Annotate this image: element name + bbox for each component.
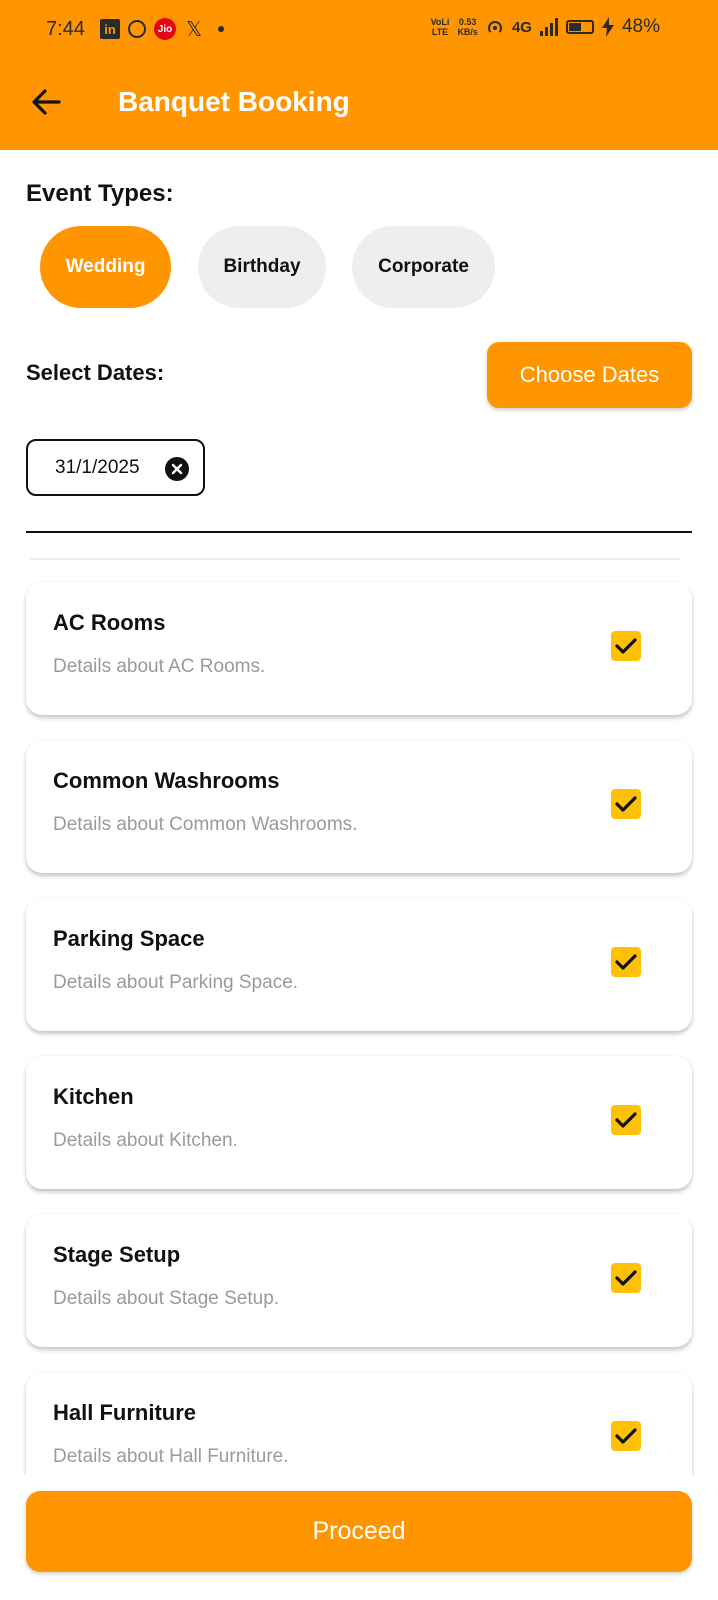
amenity-checkbox[interactable] <box>611 789 641 819</box>
amenity-title: Parking Space <box>53 926 205 951</box>
amenity-title: AC Rooms <box>53 610 166 635</box>
app-notification-icon <box>128 20 146 38</box>
amenity-checkbox[interactable] <box>611 947 641 977</box>
amenity-card-parking-space[interactable]: Parking Space Details about Parking Spac… <box>26 898 692 1031</box>
amenity-title: Hall Furniture <box>53 1400 197 1425</box>
back-button[interactable] <box>28 84 64 120</box>
charging-icon <box>601 17 614 37</box>
amenity-card-common-washrooms[interactable]: Common Washrooms Details about Common Wa… <box>26 740 692 873</box>
x-icon: 𝕏 <box>185 18 203 41</box>
battery-icon <box>565 20 594 34</box>
amenity-title: Common Washrooms <box>53 768 280 793</box>
volte-icon: VoLi LTE <box>430 17 450 37</box>
amenity-details: Details about AC Rooms. <box>53 656 266 677</box>
amenity-details: Details about Stage Setup. <box>53 1288 280 1309</box>
list-scroll-edge <box>30 558 680 560</box>
checkmark-icon <box>615 954 637 970</box>
event-type-chip-wedding[interactable]: Wedding <box>40 226 171 308</box>
event-types-label: Event Types: <box>26 180 174 207</box>
more-notifications-dot-icon <box>218 26 224 32</box>
amenity-card-ac-rooms[interactable]: AC Rooms Details about AC Rooms. <box>26 582 692 715</box>
app-bar: 7:44 in Jio 𝕏 VoLi LTE 0.53 KB/s 4G 48% … <box>0 0 718 150</box>
jio-icon: Jio <box>154 18 176 40</box>
proceed-button[interactable]: Proceed <box>26 1491 692 1572</box>
checkmark-icon <box>615 1270 637 1286</box>
amenity-checkbox[interactable] <box>611 1263 641 1293</box>
checkmark-icon <box>615 796 637 812</box>
system-icons: VoLi LTE 0.53 KB/s 4G 48% <box>431 16 660 38</box>
divider <box>26 531 692 533</box>
amenity-details: Details about Parking Space. <box>53 972 299 993</box>
arrow-left-icon <box>32 89 61 115</box>
amenity-card-stage-setup[interactable]: Stage Setup Details about Stage Setup. <box>26 1214 692 1347</box>
network-speed: 0.53 KB/s <box>457 17 478 37</box>
amenity-details: Details about Common Washrooms. <box>53 814 358 835</box>
amenity-card-hall-furniture[interactable]: Hall Furniture Details about Hall Furnit… <box>26 1372 692 1475</box>
status-time: 7:44 <box>46 18 85 40</box>
battery-percent: 48% <box>621 16 660 37</box>
linkedin-icon: in <box>100 19 120 39</box>
choose-dates-button[interactable]: Choose Dates <box>487 342 692 408</box>
network-type: 4G <box>511 18 532 36</box>
checkmark-icon <box>615 638 637 654</box>
checkmark-icon <box>615 1428 637 1444</box>
remove-date-button[interactable] <box>165 457 189 481</box>
close-icon <box>171 463 183 475</box>
select-dates-label: Select Dates: <box>26 360 165 385</box>
notification-icons: in Jio 𝕏 <box>100 18 224 41</box>
amenity-details: Details about Hall Furniture. <box>53 1446 289 1467</box>
amenity-checkbox[interactable] <box>611 1105 641 1135</box>
selected-date-text: 31/1/2025 <box>55 456 140 478</box>
amenity-checkbox[interactable] <box>611 631 641 661</box>
signal-icon <box>539 18 558 36</box>
hotspot-icon <box>487 21 502 33</box>
event-type-chip-birthday[interactable]: Birthday <box>198 226 326 308</box>
amenity-title: Stage Setup <box>53 1242 181 1267</box>
amenity-card-kitchen[interactable]: Kitchen Details about Kitchen. <box>26 1056 692 1189</box>
status-bar: 7:44 in Jio 𝕏 VoLi LTE 0.53 KB/s 4G 48% <box>0 12 718 48</box>
selected-date-chip: 31/1/2025 <box>26 439 205 496</box>
amenities-list[interactable]: AC Rooms Details about AC Rooms. Common … <box>0 540 718 1475</box>
checkmark-icon <box>615 1112 637 1128</box>
page-title: Banquet Booking <box>118 86 350 117</box>
amenity-checkbox[interactable] <box>611 1421 641 1451</box>
event-type-chip-corporate[interactable]: Corporate <box>352 226 495 308</box>
amenity-details: Details about Kitchen. <box>53 1130 238 1151</box>
amenity-title: Kitchen <box>53 1084 134 1109</box>
